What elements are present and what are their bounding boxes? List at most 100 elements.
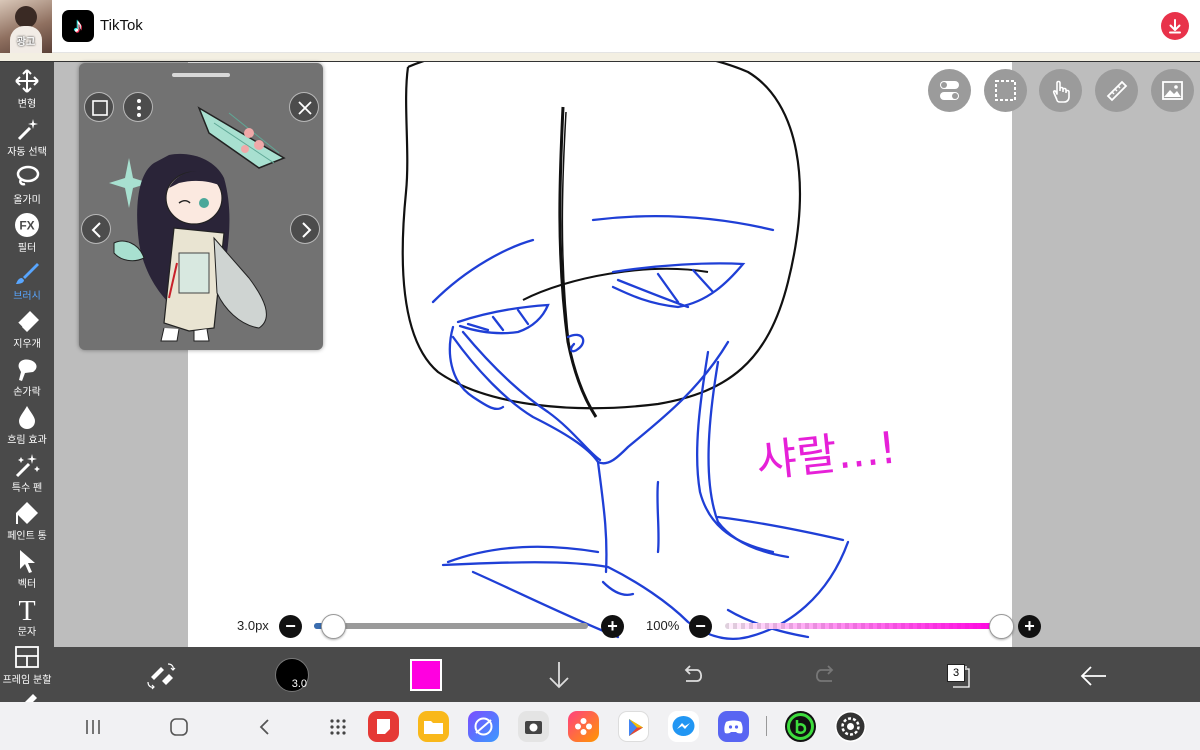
recents-icon — [86, 720, 100, 734]
special-pen-icon — [15, 454, 40, 478]
app-notes[interactable] — [368, 711, 399, 742]
home-icon — [170, 718, 188, 736]
reference-drag-handle[interactable] — [172, 73, 230, 77]
brush-size-badge: 3.0 — [291, 678, 307, 690]
opacity-plus-button[interactable]: + — [1018, 615, 1041, 638]
brush-size-label: 3.0px — [237, 618, 269, 633]
gallery-app-icon — [575, 718, 592, 735]
frame-split-icon — [15, 646, 39, 668]
brush-size-slider[interactable] — [314, 623, 588, 629]
tool-text[interactable]: T 문자 — [0, 592, 54, 640]
tool-lasso[interactable]: 올가미 — [0, 160, 54, 208]
ruler-icon — [1106, 80, 1128, 102]
folder-app-icon — [424, 721, 443, 734]
tool-blur[interactable]: 흐림 효과 — [0, 400, 54, 448]
brush-size-indicator[interactable]: 3.0 — [275, 658, 309, 692]
text-icon: T — [18, 596, 35, 622]
app-messenger[interactable] — [668, 711, 699, 742]
toggle-icon — [940, 81, 959, 100]
redo-button[interactable] — [811, 647, 841, 702]
ruler-button[interactable] — [1095, 69, 1138, 112]
touch-button[interactable] — [1039, 69, 1082, 112]
magic-wand-icon — [17, 119, 38, 141]
ad-thumbnail-hair — [15, 6, 37, 28]
toggle-settings-button[interactable] — [928, 69, 971, 112]
brush-size-plus-button[interactable]: + — [601, 615, 624, 638]
tool-label: 특수 펜 — [11, 483, 43, 494]
finger-icon — [18, 359, 37, 381]
tool-special-pen[interactable]: 특수 펜 — [0, 448, 54, 496]
tool-label: 필터 — [17, 243, 37, 254]
tool-label: 프레임 분할 — [2, 675, 52, 686]
arrow-left-icon — [1080, 666, 1106, 686]
selection-icon — [995, 80, 1016, 101]
color-swatch[interactable] — [410, 659, 442, 691]
blur-icon — [19, 406, 35, 429]
opacity-slider[interactable] — [725, 623, 1001, 629]
app-browser[interactable] — [468, 711, 499, 742]
canvas-handwriting: 샤랄...! — [754, 423, 899, 488]
tool-brush[interactable]: 브러시 — [0, 256, 54, 304]
undo-button[interactable] — [677, 647, 707, 702]
brush-size-minus-button[interactable]: − — [279, 615, 302, 638]
move-down-button[interactable] — [544, 647, 574, 702]
tool-label: 손가락 — [13, 387, 41, 398]
tool-paint-bucket[interactable]: 페인트 통 — [0, 496, 54, 544]
brush-size-knob[interactable] — [320, 614, 346, 639]
lasso-icon — [16, 165, 40, 186]
system-nav-bar — [0, 702, 1200, 750]
tool-finger[interactable]: 손가락 — [0, 352, 54, 400]
app-recent-b[interactable] — [785, 711, 816, 742]
tool-vector[interactable]: 벡터 — [0, 544, 54, 592]
eraser-icon — [17, 311, 39, 332]
quick-tool-button[interactable] — [142, 647, 178, 702]
fx-glyph: FX — [19, 219, 34, 233]
eyedropper-icon — [25, 694, 37, 702]
app-gallery[interactable] — [568, 711, 599, 742]
tool-label: 브러시 — [13, 291, 41, 302]
screen: 광고 ♪ ♪ ♪ TikTok 샤랄...! 변형 자동 선택 올가미 FX 필… — [0, 0, 1200, 750]
hand-icon — [1052, 80, 1070, 103]
ibis-paint-app-icon — [836, 712, 865, 741]
tool-frame-split[interactable]: 프레임 분할 — [0, 640, 54, 688]
home-button[interactable] — [164, 712, 194, 742]
download-icon — [1169, 19, 1181, 34]
reference-character-image — [109, 106, 286, 342]
tool-eyedropper[interactable] — [0, 686, 54, 702]
tool-transform[interactable]: 변형 — [0, 64, 54, 112]
tiktok-logo-icon: ♪ ♪ ♪ — [62, 10, 94, 42]
app-files[interactable] — [418, 711, 449, 742]
download-button[interactable] — [1161, 12, 1189, 40]
tool-label: 올가미 — [13, 195, 41, 206]
ad-thumbnail-caption: 광고 — [16, 37, 36, 48]
ad-thumbnail[interactable]: 광고 — [0, 0, 52, 53]
recent-apps-button[interactable] — [78, 712, 108, 742]
opacity-knob[interactable] — [988, 614, 1014, 639]
back-nav-button[interactable] — [250, 712, 280, 742]
dock-divider — [766, 716, 767, 736]
tool-eraser[interactable]: 지우개 — [0, 304, 54, 352]
grid-icon — [330, 719, 346, 735]
tool-label: 문자 — [17, 627, 37, 638]
selection-button[interactable] — [984, 69, 1027, 112]
tool-filter[interactable]: FX 필터 — [0, 208, 54, 256]
tool-label: 자동 선택 — [7, 147, 47, 158]
back-button[interactable] — [1078, 647, 1110, 702]
image-icon — [1162, 81, 1183, 100]
app-drawer-button[interactable] — [323, 712, 353, 742]
vector-icon — [20, 550, 35, 573]
app-camera[interactable] — [518, 711, 549, 742]
tool-auto-select[interactable]: 자동 선택 — [0, 112, 54, 160]
image-button[interactable] — [1151, 69, 1194, 112]
ad-divider — [0, 53, 1200, 62]
app-play-store[interactable] — [618, 711, 649, 742]
layers-button[interactable]: 3 — [942, 647, 974, 702]
move-icon — [15, 69, 39, 93]
app-discord[interactable] — [718, 711, 749, 742]
reference-window[interactable] — [79, 63, 323, 350]
browser-app-icon — [474, 717, 493, 736]
ad-banner[interactable]: 광고 ♪ ♪ ♪ TikTok — [0, 0, 1200, 53]
layer-count: 3 — [947, 664, 965, 682]
opacity-minus-button[interactable]: − — [689, 615, 712, 638]
app-recent-ibis[interactable] — [835, 711, 866, 742]
